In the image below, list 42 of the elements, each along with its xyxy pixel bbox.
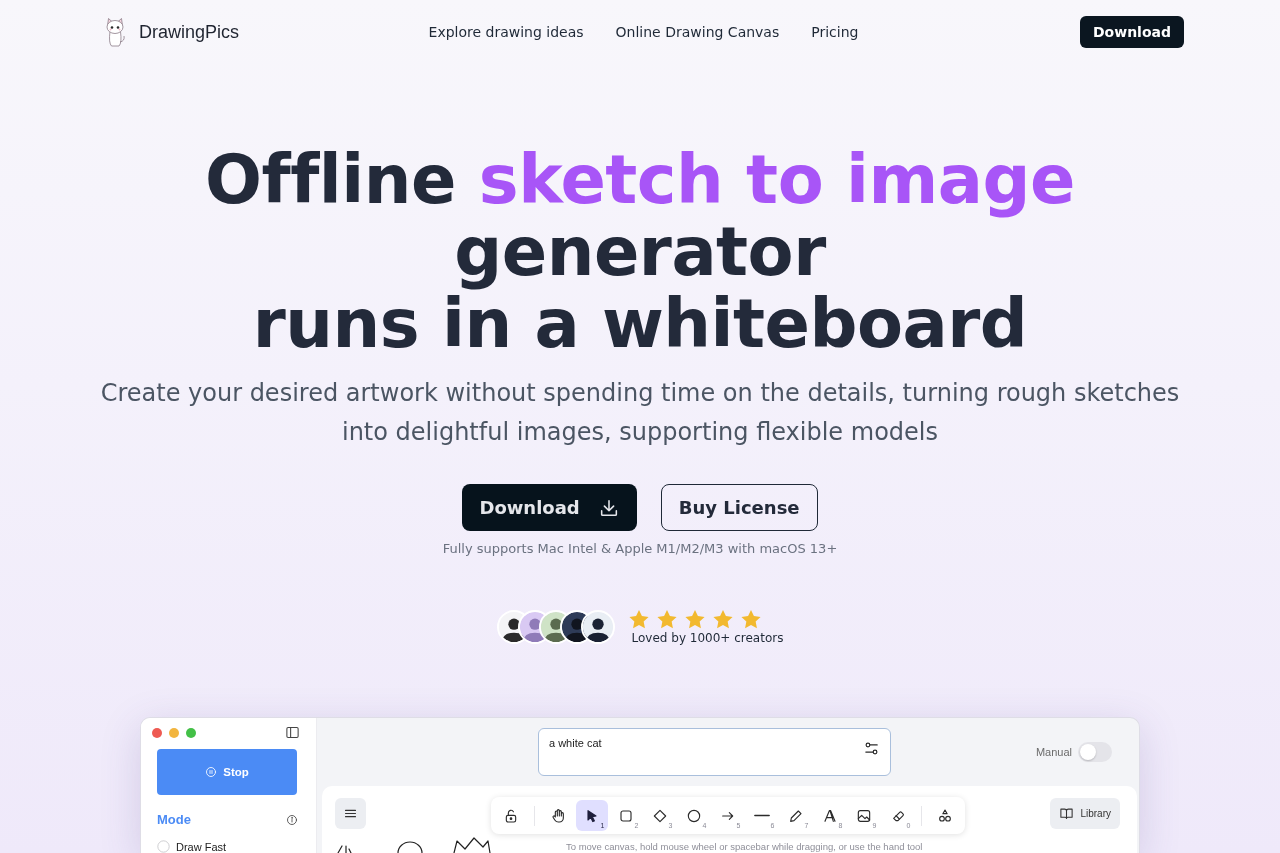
info-icon[interactable] xyxy=(286,813,298,826)
pencil-icon xyxy=(787,807,804,824)
hero-title: Offline sketch to image generator runs in a whiteboard xyxy=(204,144,1076,360)
book-icon xyxy=(1059,806,1075,821)
prompt-field[interactable]: a white cat xyxy=(538,728,891,776)
star-icon xyxy=(683,609,706,630)
nav-link[interactable]: Pricing xyxy=(811,24,859,40)
avatar-placeholder xyxy=(580,610,615,644)
sidebar-toggle-icon[interactable] xyxy=(285,725,300,740)
hero-subtitle: Create your desired artwork without spending time on the details, turning rough sketches into delightful images, supporting flexible models xyxy=(99,378,1181,448)
star-icon xyxy=(627,609,650,630)
window-close-icon[interactable] xyxy=(152,727,162,738)
shapes-icon xyxy=(936,807,953,824)
library-button[interactable]: Library xyxy=(1050,798,1120,829)
hand-icon xyxy=(549,807,566,824)
hint-text: To move canvas, hold mouse wheel or spacebar while dragging, or use the hand tool xyxy=(566,842,923,852)
nav-link[interactable]: Online Drawing Canvas xyxy=(615,24,780,40)
star-icon xyxy=(711,609,734,630)
sliders-icon[interactable] xyxy=(863,740,880,757)
menu-button[interactable] xyxy=(335,798,366,829)
radio-option[interactable]: Draw Fast xyxy=(157,840,298,853)
mode-heading: Mode xyxy=(157,812,191,827)
line-icon xyxy=(753,814,770,817)
download-button[interactable]: Download xyxy=(1079,16,1184,48)
radio-icon[interactable] xyxy=(157,840,170,853)
stop-icon xyxy=(205,766,218,778)
download-button[interactable]: Download xyxy=(462,484,637,531)
letter-a-icon xyxy=(821,807,838,824)
circle-icon xyxy=(685,807,702,824)
square-icon xyxy=(617,807,634,824)
image-icon xyxy=(855,807,872,824)
buy-license-button[interactable]: Buy License xyxy=(660,484,818,531)
nav-link[interactable]: Explore drawing ideas xyxy=(428,24,584,40)
manual-label: Manual xyxy=(1035,746,1072,758)
brand-name[interactable]: DrawingPics xyxy=(139,21,240,43)
cat-logo-icon[interactable] xyxy=(103,17,127,47)
diamond-icon xyxy=(651,807,668,824)
rating-caption: Loved by 1000+ creators xyxy=(630,631,784,645)
star-icon xyxy=(655,609,678,630)
support-note: Fully supports Mac Intel & Apple M1/M2/M3 with macOS 13+ xyxy=(441,540,839,558)
toggle-switch[interactable] xyxy=(1078,742,1112,762)
star-icon xyxy=(739,609,762,630)
